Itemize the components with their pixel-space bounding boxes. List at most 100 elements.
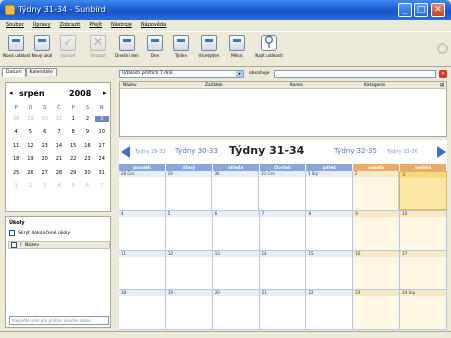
nav-next[interactable]: Týdny 32-35 [334,147,377,155]
find-events-button[interactable]: Najít události [254,34,284,66]
calendar-day[interactable]: 31 Čec [259,171,306,210]
hide-completed-toggle[interactable]: Skrýt dokončené úkoly [9,230,70,236]
calendar-day[interactable]: 10 [400,210,448,250]
calendar-day[interactable]: 28 Čec [119,171,166,210]
day-view-button[interactable]: Den [144,34,166,66]
event-range-select[interactable]: Události příštích 7 dnů ▾ [119,70,244,78]
mini-month-day[interactable]: 30 [80,170,94,176]
task-done-column-checkbox[interactable] [11,242,17,248]
hide-completed-checkbox[interactable] [9,230,15,236]
mini-month-day[interactable]: 7 [52,129,66,135]
mini-month-day[interactable]: 31 [95,170,109,176]
mini-month-day[interactable]: 30 [38,116,52,122]
menu-edit[interactable]: Úpravy [33,22,51,28]
calendar-day[interactable]: 24 Srp [400,290,448,329]
next-month-arrow-icon[interactable]: ▸ [103,89,107,97]
nav-far-next[interactable]: Týdny 33-36 [387,149,418,155]
calendar-day[interactable]: 15 [306,250,354,290]
mini-month-day[interactable]: 4 [9,129,23,135]
previous-arrow-icon[interactable] [121,146,130,158]
calendar-day[interactable]: 8 [306,210,354,250]
mini-month-day[interactable]: 16 [80,143,94,149]
mini-month-day[interactable]: 3 [94,115,109,122]
mini-month-day[interactable]: 6 [38,129,52,135]
calendar-day[interactable]: 19 [165,290,213,329]
mini-month-day[interactable]: 18 [9,156,23,162]
mini-month-day[interactable]: 21 [52,156,66,162]
mini-month-day[interactable]: 13 [38,143,52,149]
nav-far-previous[interactable]: Týdny 29-32 [135,149,166,155]
calendar-day-today[interactable]: 3 [399,171,448,210]
maximize-button[interactable]: □ [414,3,428,17]
week-view-button[interactable]: Týden [170,34,192,66]
mini-month-day[interactable]: 1 [66,116,80,122]
calendar-day[interactable]: 20 [212,290,260,329]
mini-month-year[interactable]: 2008 [69,89,91,98]
tasks-column-header[interactable]: ! Název [8,241,110,249]
calendar-day[interactable]: 11 [119,250,166,290]
mini-month-day[interactable]: 6 [80,183,94,189]
mini-month-day[interactable]: 10 [95,129,109,135]
mini-month-day[interactable]: 7 [95,183,109,189]
calendar-day[interactable]: 21 [259,290,307,329]
prev-month-arrow-icon[interactable]: ◂ [9,89,13,97]
mini-month-day[interactable]: 31 [52,116,66,122]
mini-month-day[interactable]: 17 [95,143,109,149]
delete-button[interactable]: Smazat [87,34,109,66]
nav-previous[interactable]: Týdny 30-33 [175,147,218,155]
calendar-day[interactable]: 29 [165,171,213,210]
mini-month-day[interactable]: 5 [23,129,37,135]
calendar-day[interactable]: 16 [353,250,401,290]
mini-month-day[interactable]: 4 [52,183,66,189]
mini-month-day[interactable]: 9 [80,129,94,135]
month-view-button[interactable]: Měsíc [226,34,248,66]
calendar-day[interactable]: 13 [212,250,260,290]
calendar-day[interactable]: 1 Srp [305,171,353,210]
mini-month-day[interactable]: 11 [9,143,23,149]
menu-file[interactable]: Soubor [6,22,24,28]
calendar-day[interactable]: 18 [119,290,166,329]
clear-search-icon[interactable]: ✕ [439,70,447,78]
column-picker-icon[interactable]: ▤ [440,83,444,88]
new-task-button[interactable]: Nový úkol [30,34,54,66]
mini-month-day[interactable]: 1 [9,183,23,189]
mini-month-day[interactable]: 8 [66,129,80,135]
edit-button[interactable]: Upravit [57,34,79,66]
mini-month-day[interactable]: 24 [95,156,109,162]
calendar-day[interactable]: 23 [353,290,401,329]
mini-month-day[interactable]: 2 [23,183,37,189]
column-start[interactable]: Začátek [205,83,223,88]
calendar-day[interactable]: 14 [259,250,307,290]
column-category[interactable]: Kategorie [364,83,385,88]
column-end[interactable]: Konec [290,83,303,88]
new-event-button[interactable]: Nová událost [3,34,31,66]
tab-date[interactable]: Datum [2,68,26,77]
dropdown-arrow-icon[interactable]: ▾ [236,71,243,77]
menu-go[interactable]: Přejít [89,22,102,28]
task-title-column[interactable]: Název [25,243,39,248]
event-search-input[interactable] [274,70,436,78]
calendar-day[interactable]: 30 [212,171,260,210]
calendar-day[interactable]: 22 [306,290,354,329]
new-task-input[interactable]: Klepněte sem pro přidání nového úkolu [9,316,109,325]
calendar-day[interactable]: 12 [165,250,213,290]
mini-month-day[interactable]: 26 [23,170,37,176]
column-title[interactable]: Název [123,83,137,88]
tab-calendars[interactable]: Kalendáře [25,68,57,76]
today-button[interactable]: Dnešní den [113,34,141,66]
mini-month-day[interactable]: 5 [66,183,80,189]
calendar-day[interactable]: 2 [352,171,400,210]
next-arrow-icon[interactable] [437,146,446,158]
mini-month-day[interactable]: 28 [52,170,66,176]
close-button[interactable]: ✕ [431,3,445,17]
calendar-day[interactable]: 4 [119,210,166,250]
mini-month-day[interactable]: 3 [38,183,52,189]
mini-month-name[interactable]: srpen [19,89,45,98]
mini-month-day[interactable]: 29 [66,170,80,176]
menu-view[interactable]: Zobrazit [60,22,81,28]
mini-month-day[interactable]: 27 [38,170,52,176]
mini-month-day[interactable]: 20 [38,156,52,162]
minimize-button[interactable]: _ [398,3,412,17]
mini-month-day[interactable]: 2 [80,116,94,122]
multiweek-view-button[interactable]: Vícetýden [196,34,222,66]
